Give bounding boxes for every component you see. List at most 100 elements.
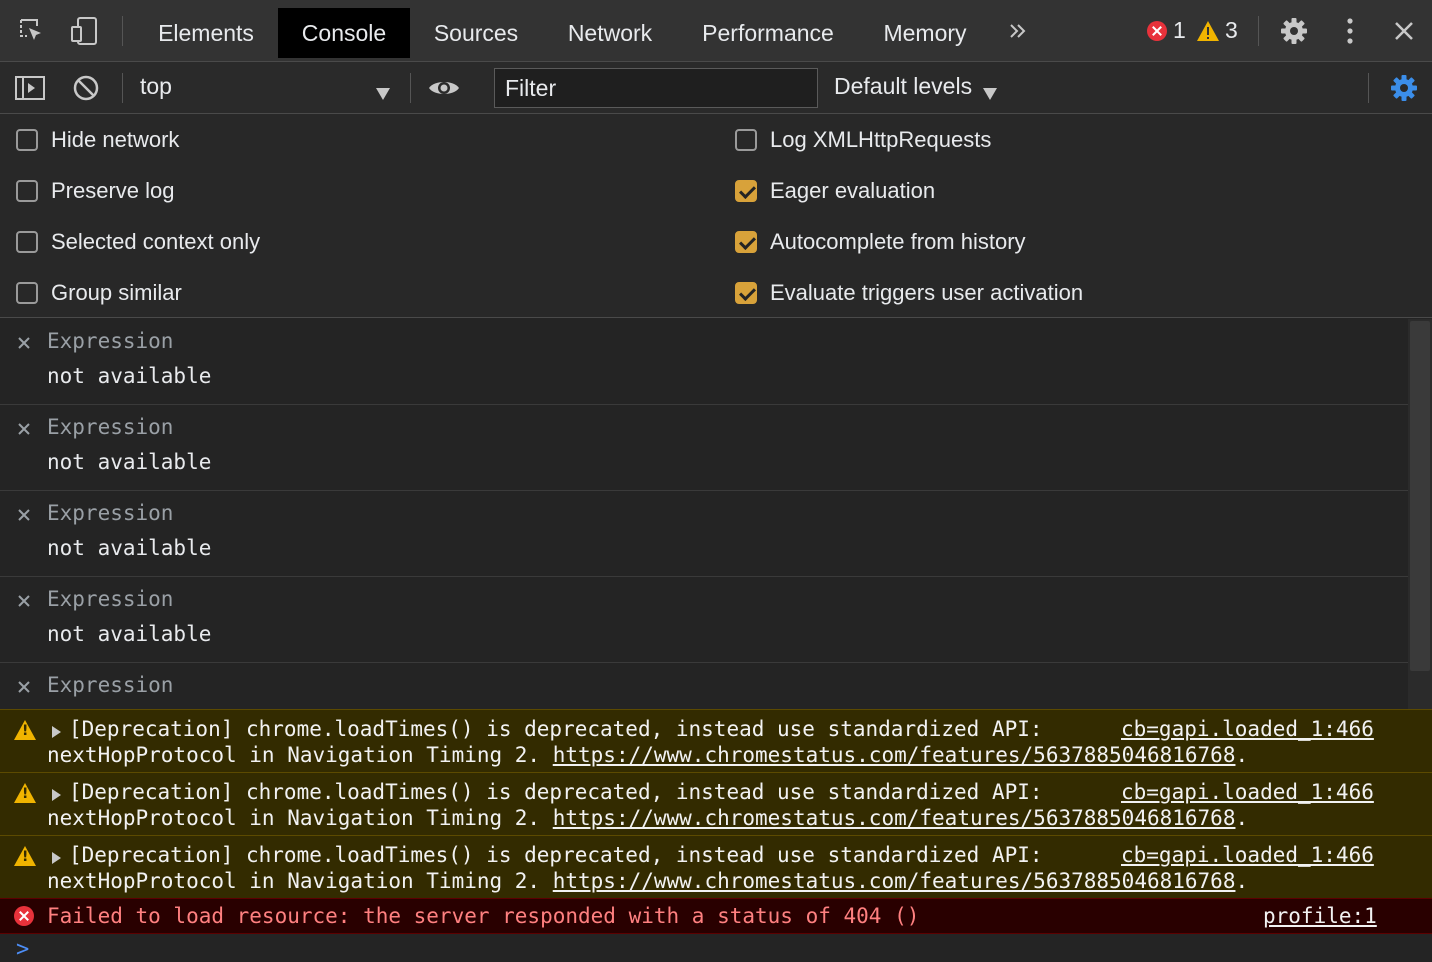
expression-value: not available <box>47 536 212 560</box>
live-expressions-scrollbar[interactable] <box>1408 319 1432 709</box>
live-expression[interactable]: Expression not available <box>0 405 1408 491</box>
warning-icon <box>14 846 36 866</box>
remove-expression-icon[interactable] <box>14 677 34 697</box>
tab-memory[interactable]: Memory <box>870 8 980 58</box>
console-toolbar: top Filter Default levels <box>0 62 1432 114</box>
sidebar-toggle-icon[interactable] <box>12 69 48 107</box>
kebab-menu-icon[interactable] <box>1332 12 1368 50</box>
option-label: Selected context only <box>51 229 261 254</box>
error-count[interactable]: 1 <box>1173 17 1186 44</box>
error-icon <box>14 906 34 926</box>
message-text: nextHopProtocol in Navigation Timing 2. … <box>47 806 1248 830</box>
log-xhr-checkbox[interactable] <box>735 129 757 151</box>
tab-network[interactable]: Network <box>552 8 668 58</box>
live-expression[interactable]: Expression not available <box>0 319 1408 405</box>
live-expression[interactable]: Expression not available <box>0 577 1408 663</box>
console-warning-message[interactable]: [Deprecation] chrome.loadTimes() is depr… <box>0 772 1432 835</box>
message-source-link[interactable]: profile:1 <box>1263 904 1377 928</box>
log-levels-dropdown[interactable]: Default levels <box>834 73 972 100</box>
log-xhr-option[interactable]: Log XMLHttpRequests <box>735 125 991 155</box>
message-text-part: . <box>1235 869 1249 893</box>
option-label: Autocomplete from history <box>770 229 1026 254</box>
console-prompt[interactable]: > <box>0 934 1432 962</box>
filter-input[interactable]: Filter <box>494 68 818 108</box>
device-toolbar-icon[interactable] <box>66 12 102 50</box>
expression-name[interactable]: Expression <box>47 673 173 697</box>
context-selector[interactable]: top <box>140 73 172 100</box>
message-text-part: nextHopProtocol in Navigation Timing 2. <box>47 869 553 893</box>
remove-expression-icon[interactable] <box>14 505 34 525</box>
console-settings-gear-icon[interactable] <box>1386 69 1422 107</box>
close-icon[interactable] <box>1386 12 1422 50</box>
message-text-part: nextHopProtocol in Navigation Timing 2. <box>47 743 553 767</box>
tab-console[interactable]: Console <box>278 8 410 58</box>
warning-icon <box>14 720 36 740</box>
expand-triangle-icon[interactable] <box>52 852 61 864</box>
message-source-link[interactable]: cb=gapi.loaded_1:466 <box>1121 780 1374 804</box>
message-text: nextHopProtocol in Navigation Timing 2. … <box>47 869 1248 893</box>
message-url-link[interactable]: https://www.chromestatus.com/features/56… <box>553 743 1236 767</box>
inspect-element-icon[interactable] <box>14 12 50 50</box>
preserve-log-option[interactable]: Preserve log <box>16 176 175 206</box>
double-chevron-right-icon[interactable] <box>1000 12 1036 50</box>
evaluate-triggers-checkbox[interactable] <box>735 282 757 304</box>
expression-value: not available <box>47 622 212 646</box>
remove-expression-icon[interactable] <box>14 591 34 611</box>
option-label: Group similar <box>51 280 182 305</box>
expand-triangle-icon[interactable] <box>52 726 61 738</box>
hide-network-option[interactable]: Hide network <box>16 125 179 155</box>
clear-console-icon[interactable] <box>68 69 104 107</box>
dropdown-arrow-icon[interactable] <box>983 80 997 106</box>
preserve-log-checkbox[interactable] <box>16 180 38 202</box>
tab-sources[interactable]: Sources <box>418 8 534 58</box>
expression-name[interactable]: Expression <box>47 415 173 439</box>
eager-evaluation-checkbox[interactable] <box>735 180 757 202</box>
scrollbar-thumb[interactable] <box>1410 321 1430 671</box>
expression-name[interactable]: Expression <box>47 501 173 525</box>
live-expression[interactable]: Expression not available <box>0 491 1408 577</box>
warning-count[interactable]: 3 <box>1225 17 1238 44</box>
gear-icon[interactable] <box>1276 12 1312 50</box>
remove-expression-icon[interactable] <box>14 333 34 353</box>
message-text: [Deprecation] chrome.loadTimes() is depr… <box>69 780 1043 804</box>
message-source-link[interactable]: cb=gapi.loaded_1:466 <box>1121 843 1374 867</box>
option-label: Hide network <box>51 127 180 152</box>
expression-value: not available <box>47 450 212 474</box>
message-url-link[interactable]: https://www.chromestatus.com/features/56… <box>553 869 1236 893</box>
toolbar-divider <box>1258 16 1259 46</box>
console-warning-message[interactable]: [Deprecation] chrome.loadTimes() is depr… <box>0 709 1432 772</box>
warning-count-icon[interactable] <box>1196 20 1220 48</box>
tab-performance[interactable]: Performance <box>690 8 846 58</box>
autocomplete-history-option[interactable]: Autocomplete from history <box>735 227 1026 257</box>
live-expression[interactable]: Expression <box>0 663 1408 709</box>
devtools-tab-bar: Elements Console Sources Network Perform… <box>0 0 1432 62</box>
evaluate-triggers-option[interactable]: Evaluate triggers user activation <box>735 278 1083 308</box>
dropdown-arrow-icon[interactable] <box>376 80 390 106</box>
toolbar-divider <box>410 73 411 103</box>
eager-evaluation-option[interactable]: Eager evaluation <box>735 176 935 206</box>
remove-expression-icon[interactable] <box>14 419 34 439</box>
filter-placeholder: Filter <box>505 74 557 101</box>
message-text: Failed to load resource: the server resp… <box>47 904 920 928</box>
group-similar-option[interactable]: Group similar <box>16 278 182 308</box>
selected-context-option[interactable]: Selected context only <box>16 227 260 257</box>
group-similar-checkbox[interactable] <box>16 282 38 304</box>
error-count-icon[interactable] <box>1147 21 1167 41</box>
expression-name[interactable]: Expression <box>47 587 173 611</box>
hide-network-checkbox[interactable] <box>16 129 38 151</box>
option-label: Evaluate triggers user activation <box>770 280 1084 305</box>
console-warning-message[interactable]: [Deprecation] chrome.loadTimes() is depr… <box>0 835 1432 898</box>
expression-value: not available <box>47 364 212 388</box>
autocomplete-history-checkbox[interactable] <box>735 231 757 253</box>
message-text-part: . <box>1235 806 1249 830</box>
expand-triangle-icon[interactable] <box>52 789 61 801</box>
console-error-message[interactable]: Failed to load resource: the server resp… <box>0 898 1432 934</box>
tab-elements[interactable]: Elements <box>140 8 272 58</box>
message-source-link[interactable]: cb=gapi.loaded_1:466 <box>1121 717 1374 741</box>
option-label: Preserve log <box>51 178 175 203</box>
message-text-part: . <box>1235 743 1249 767</box>
message-url-link[interactable]: https://www.chromestatus.com/features/56… <box>553 806 1236 830</box>
eye-icon[interactable] <box>426 69 462 107</box>
expression-name[interactable]: Expression <box>47 329 173 353</box>
selected-context-checkbox[interactable] <box>16 231 38 253</box>
